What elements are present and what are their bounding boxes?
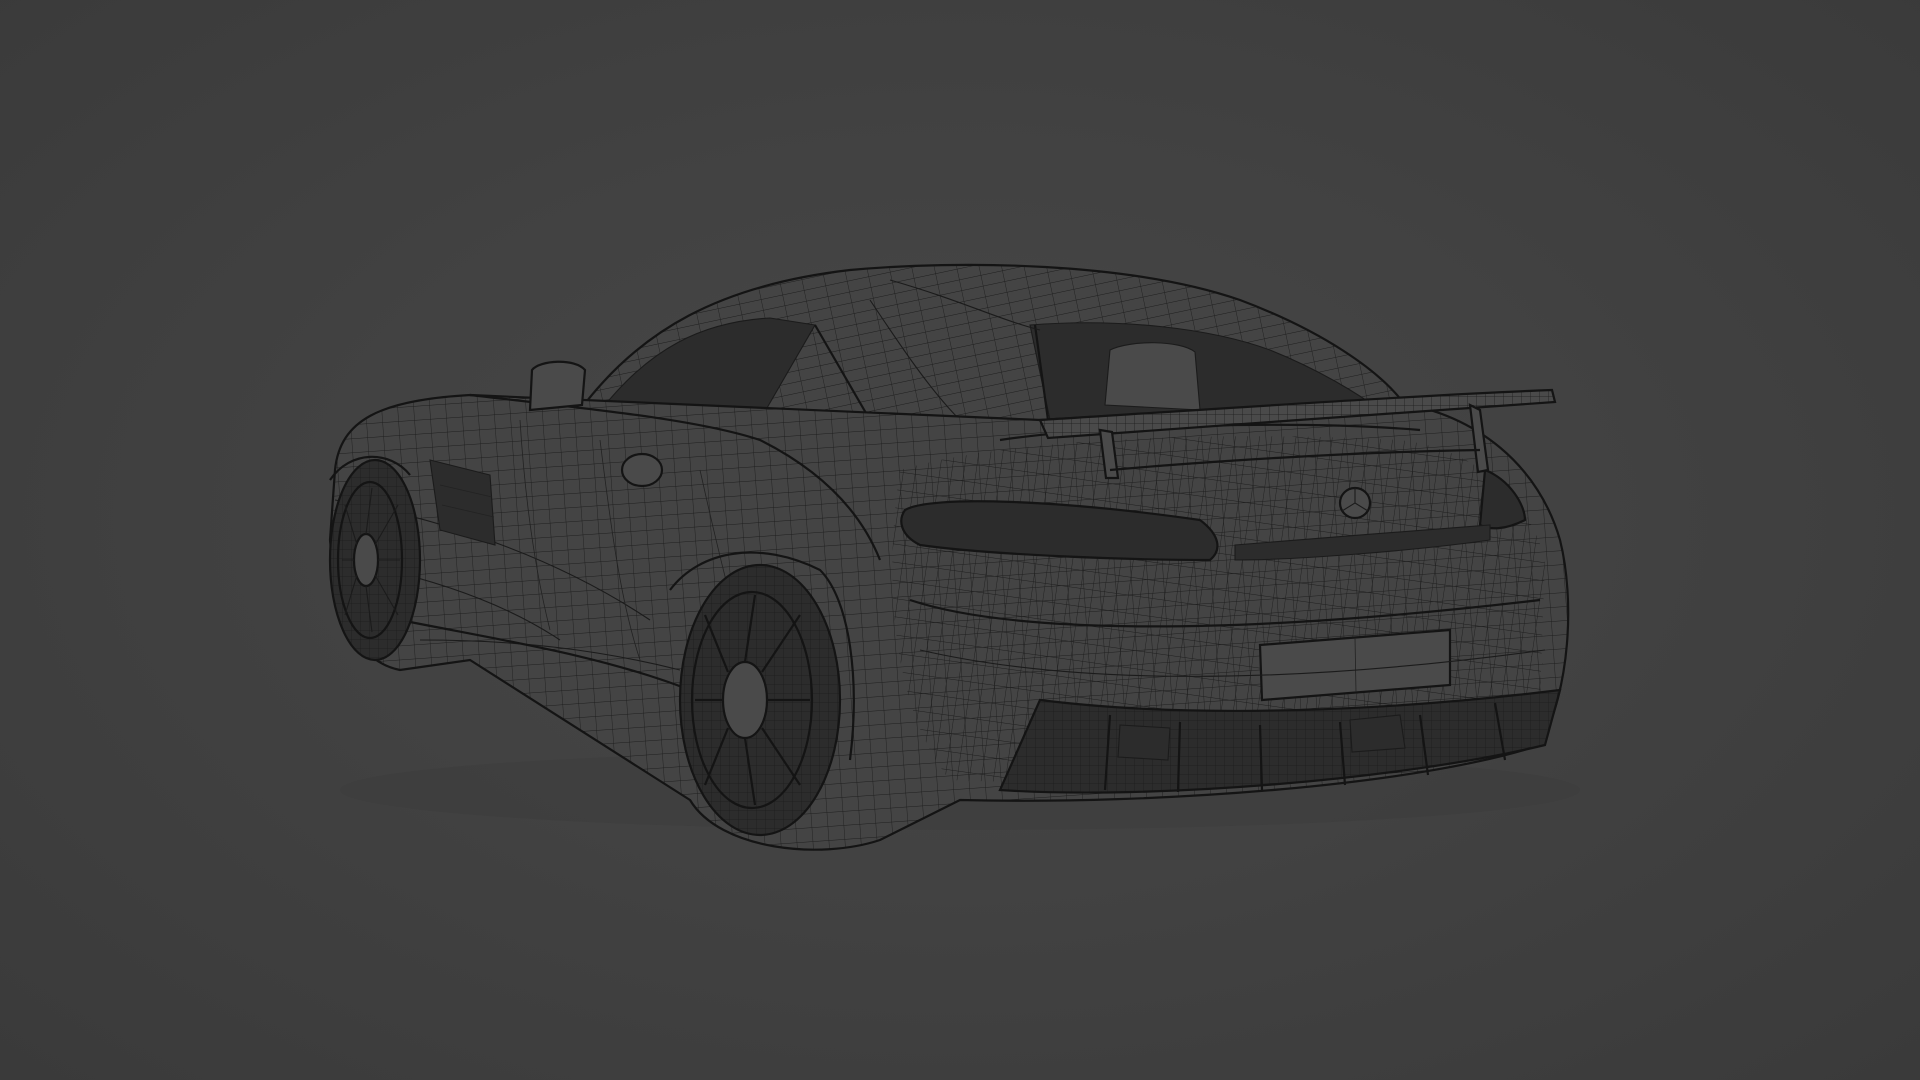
rear-wheel bbox=[678, 563, 842, 837]
front-wheel bbox=[328, 458, 422, 662]
3d-viewport[interactable] bbox=[0, 0, 1920, 1080]
car-wireframe-model bbox=[328, 263, 1580, 851]
